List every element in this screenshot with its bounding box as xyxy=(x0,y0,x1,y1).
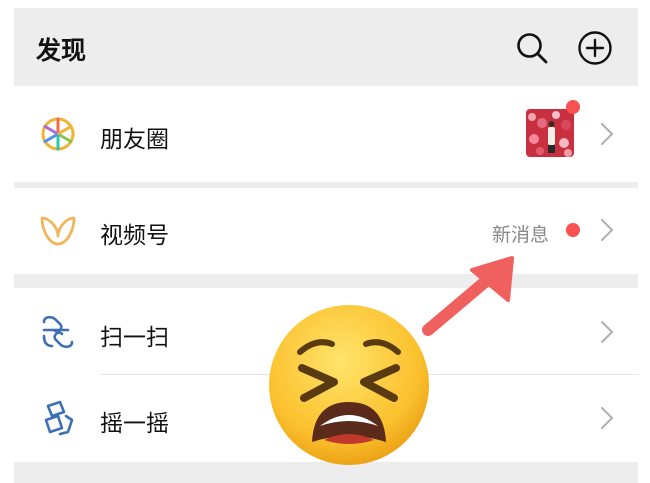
chevron-right-icon xyxy=(600,406,614,430)
moments-new-dot xyxy=(566,100,580,114)
row-channels[interactable]: 视频号 新消息 xyxy=(14,186,638,274)
row-label-channels: 视频号 xyxy=(100,223,169,249)
annotation-arrow xyxy=(420,250,520,340)
moments-card: 朋友圈 xyxy=(14,86,638,182)
row-label-moments: 朋友圈 xyxy=(100,127,169,153)
shake-icon xyxy=(38,398,78,438)
page-title: 发现 xyxy=(36,36,87,65)
new-message-badge: 新消息 xyxy=(492,224,550,246)
channels-new-dot xyxy=(566,223,580,237)
chevron-right-icon xyxy=(600,320,614,344)
row-label-scan: 扫一扫 xyxy=(100,325,169,351)
search-icon[interactable] xyxy=(514,30,550,66)
plus-circle-icon[interactable] xyxy=(577,30,613,66)
moments-aperture-icon xyxy=(38,114,78,154)
chevron-right-icon xyxy=(600,218,614,242)
channels-icon xyxy=(38,210,78,250)
row-moments[interactable]: 朋友圈 xyxy=(14,90,638,178)
scan-icon xyxy=(38,312,78,352)
channels-card: 视频号 新消息 xyxy=(14,188,638,274)
moments-thumbnail xyxy=(526,109,574,157)
row-label-shake: 摇一摇 xyxy=(100,411,169,437)
header-bar: 发现 xyxy=(14,8,638,86)
tired-face-emoji xyxy=(266,302,432,468)
chevron-right-icon xyxy=(600,122,614,146)
